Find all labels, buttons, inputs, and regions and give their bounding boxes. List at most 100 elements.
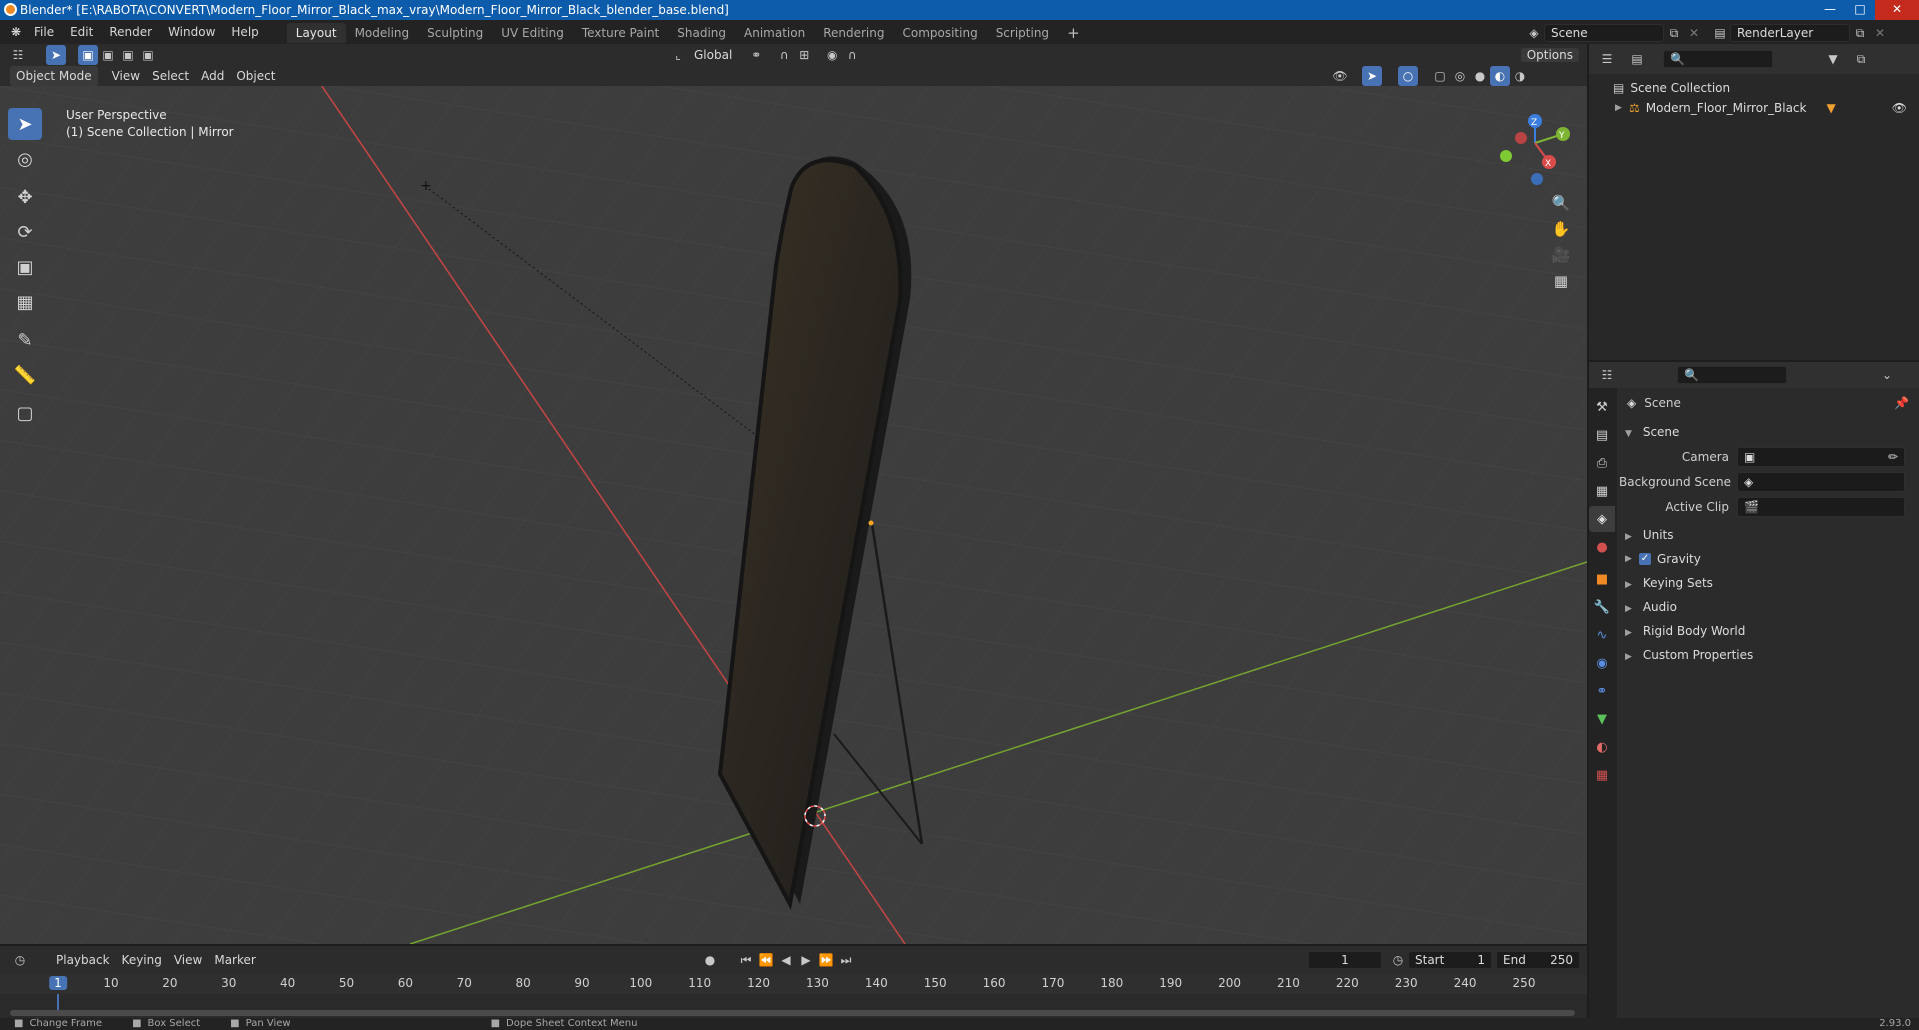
maximize-button[interactable]: □ <box>1845 0 1875 20</box>
jump-start-icon[interactable]: ⏮ <box>736 950 756 970</box>
scene-panel-header[interactable]: ▼ Scene <box>1619 420 1919 444</box>
eyedropper-icon[interactable]: ✏ <box>1888 450 1898 464</box>
gravity-checkbox[interactable]: ✓ <box>1639 553 1651 565</box>
cursor-tool-icon[interactable]: ◎ <box>8 143 42 175</box>
tab-shading[interactable]: Shading <box>668 23 735 43</box>
custom-properties-panel[interactable]: ▶ Custom Properties <box>1619 643 1919 667</box>
output-tab-icon[interactable]: ⎙ <box>1589 450 1615 476</box>
expand-arrow-icon[interactable]: ▶ <box>1615 98 1629 118</box>
clock-icon[interactable]: ◷ <box>1388 950 1408 970</box>
3d-viewport[interactable]: + Z Y X User Perspective (1) Scene Colle… <box>0 86 1587 944</box>
properties-options-icon[interactable]: ⌄ <box>1877 365 1897 385</box>
tab-animation[interactable]: Animation <box>735 23 814 43</box>
add-workspace-icon[interactable]: + <box>1058 23 1089 43</box>
keying-sets-expand-icon[interactable]: ▶ <box>1625 573 1639 597</box>
background-scene-field[interactable]: ◈ <box>1737 471 1905 492</box>
select-box-tool-icon[interactable]: ➤ <box>8 108 42 140</box>
select-intersect-icon[interactable]: ▣ <box>138 45 158 65</box>
select-menu[interactable]: Select <box>146 66 195 86</box>
physics-tab-icon[interactable]: ◉ <box>1589 650 1615 676</box>
measure-tool-icon[interactable]: 📏 <box>8 359 42 391</box>
tab-rendering[interactable]: Rendering <box>814 23 893 43</box>
visibility-icon[interactable]: 👁 <box>1330 66 1350 86</box>
select-subtract-icon[interactable]: ▣ <box>118 45 138 65</box>
active-clip-field[interactable]: 🎬 <box>1737 496 1905 517</box>
menu-file[interactable]: File <box>26 20 62 44</box>
overlay-toggle-icon[interactable]: ○ <box>1398 66 1418 86</box>
snap-icon[interactable]: ∩ <box>774 45 794 65</box>
menu-render[interactable]: Render <box>101 20 160 44</box>
custom-properties-expand-icon[interactable]: ▶ <box>1625 645 1639 669</box>
tab-sculpting[interactable]: Sculpting <box>418 23 492 43</box>
play-reverse-icon[interactable]: ◀ <box>776 950 796 970</box>
timeline-editor-icon[interactable]: ◷ <box>10 950 30 970</box>
timeline-view-menu[interactable]: View <box>168 950 208 970</box>
transform-orientation-dropdown[interactable]: Global <box>688 45 738 65</box>
view-layer-tab-icon[interactable]: ▦ <box>1589 478 1615 504</box>
rigid-body-expand-icon[interactable]: ▶ <box>1625 621 1639 645</box>
blender-menu-icon[interactable]: ❋ <box>6 22 26 42</box>
modifier-tab-icon[interactable]: 🔧 <box>1589 594 1615 620</box>
render-tab-icon[interactable]: ▤ <box>1589 422 1615 448</box>
menu-edit[interactable]: Edit <box>62 20 101 44</box>
wireframe-shading-icon[interactable]: ◎ <box>1450 66 1470 86</box>
snap-target-icon[interactable]: ⊞ <box>794 45 814 65</box>
view-menu[interactable]: View <box>106 66 146 86</box>
marker-menu[interactable]: Marker <box>208 950 261 970</box>
gizmo-toggle-icon[interactable]: ➤ <box>1362 66 1382 86</box>
eye-visibility-icon[interactable]: 👁 <box>1892 98 1907 118</box>
units-expand-icon[interactable]: ▶ <box>1625 525 1639 549</box>
select-new-icon[interactable]: ▣ <box>78 45 98 65</box>
keying-sets-panel[interactable]: ▶ Keying Sets <box>1619 571 1919 595</box>
play-icon[interactable]: ▶ <box>796 950 816 970</box>
rigid-body-world-panel[interactable]: ▶ Rigid Body World <box>1619 619 1919 643</box>
jump-keyframe-forward-icon[interactable]: ⏩ <box>816 950 836 970</box>
select-extend-icon[interactable]: ▣ <box>98 45 118 65</box>
properties-editor-icon[interactable]: ☷ <box>1597 365 1617 385</box>
properties-search-input[interactable]: 🔍 <box>1677 366 1787 384</box>
tab-texture-paint[interactable]: Texture Paint <box>573 23 668 43</box>
texture-tab-icon[interactable]: ▦ <box>1589 762 1615 788</box>
material-tab-icon[interactable]: ◐ <box>1589 734 1615 760</box>
timeline-area[interactable]: 1 10 20 30 40 50 60 70 80 90 100 110 120 130 140 150 160… <box>0 974 1587 1018</box>
menu-help[interactable]: Help <box>223 20 266 44</box>
tab-compositing[interactable]: Compositing <box>893 23 986 43</box>
collapse-arrow-icon[interactable]: ▼ <box>1625 422 1639 446</box>
filter-icon[interactable]: ▼ <box>1823 49 1843 69</box>
scene-tab-icon[interactable]: ◈ <box>1589 506 1615 532</box>
display-mode-icon[interactable]: ▤ <box>1627 49 1647 69</box>
current-frame-field[interactable]: 1 <box>1308 951 1382 969</box>
select-tool-icon[interactable]: ➤ <box>46 45 66 65</box>
tab-uv-editing[interactable]: UV Editing <box>492 23 573 43</box>
tool-tab-icon[interactable]: ⚒ <box>1589 394 1615 420</box>
object-menu[interactable]: Object <box>230 66 281 86</box>
move-tool-icon[interactable]: ✥ <box>8 181 42 213</box>
delete-renderlayer-icon[interactable]: ✕ <box>1870 23 1890 43</box>
gravity-panel[interactable]: ▶ ✓ Gravity <box>1619 547 1919 571</box>
editor-type-icon[interactable]: ☷ <box>8 45 28 65</box>
tab-modeling[interactable]: Modeling <box>346 23 419 43</box>
scale-tool-icon[interactable]: ▣ <box>8 251 42 283</box>
falloff-icon[interactable]: ∩ <box>842 45 862 65</box>
add-menu[interactable]: Add <box>195 66 230 86</box>
audio-expand-icon[interactable]: ▶ <box>1625 597 1639 621</box>
transform-tool-icon[interactable]: ▦ <box>8 286 42 318</box>
object-mode-dropdown[interactable]: Object Mode <box>10 66 98 86</box>
new-renderlayer-icon[interactable]: ⧉ <box>1850 23 1870 43</box>
minimize-button[interactable]: — <box>1815 0 1845 20</box>
new-collection-icon[interactable]: ⧉ <box>1851 49 1871 69</box>
menu-window[interactable]: Window <box>160 20 223 44</box>
new-scene-icon[interactable]: ⧉ <box>1664 23 1684 43</box>
particles-tab-icon[interactable]: ∿ <box>1589 622 1615 648</box>
material-shading-icon[interactable]: ◐ <box>1490 66 1510 86</box>
camera-field[interactable]: ▣ ✏ <box>1737 446 1905 467</box>
zoom-icon[interactable]: 🔍 <box>1548 190 1574 216</box>
rendered-shading-icon[interactable]: ◑ <box>1510 66 1530 86</box>
frame-ruler[interactable]: 1 10 20 30 40 50 60 70 80 90 100 110 120 130 140 150 160… <box>0 974 1587 994</box>
camera-view-icon[interactable]: 🎥 <box>1548 242 1574 268</box>
delete-scene-icon[interactable]: ✕ <box>1684 23 1704 43</box>
jump-end-icon[interactable]: ⏭ <box>836 950 856 970</box>
pivot-point-icon[interactable]: ⚭ <box>746 45 766 65</box>
tab-layout[interactable]: Layout <box>286 23 346 43</box>
timeline-scrollbar[interactable] <box>10 1010 1575 1016</box>
